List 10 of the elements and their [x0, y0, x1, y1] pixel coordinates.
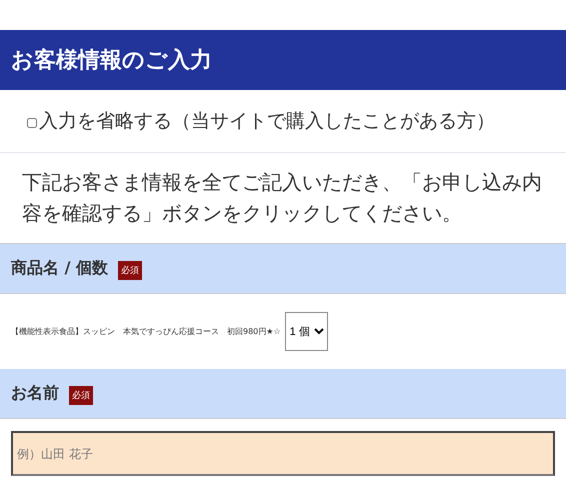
- product-name: 【機能性表示食品】スッピン 本気ですっぴん応援コース 初回980円★☆: [11, 326, 281, 337]
- required-badge: 必須: [69, 386, 93, 404]
- skip-label: 入力を省略する（当サイトで購入したことがある方）: [39, 109, 495, 134]
- page-header: お客様情報のご入力: [0, 30, 566, 90]
- quantity-select[interactable]: 1 個: [284, 312, 328, 351]
- name-input[interactable]: 例）山田 花子: [11, 431, 555, 476]
- section-title: お名前: [11, 383, 59, 404]
- required-badge: 必須: [118, 260, 142, 280]
- skip-checkbox[interactable]: [27, 118, 37, 128]
- section-title: 商品名 / 個数: [11, 258, 108, 279]
